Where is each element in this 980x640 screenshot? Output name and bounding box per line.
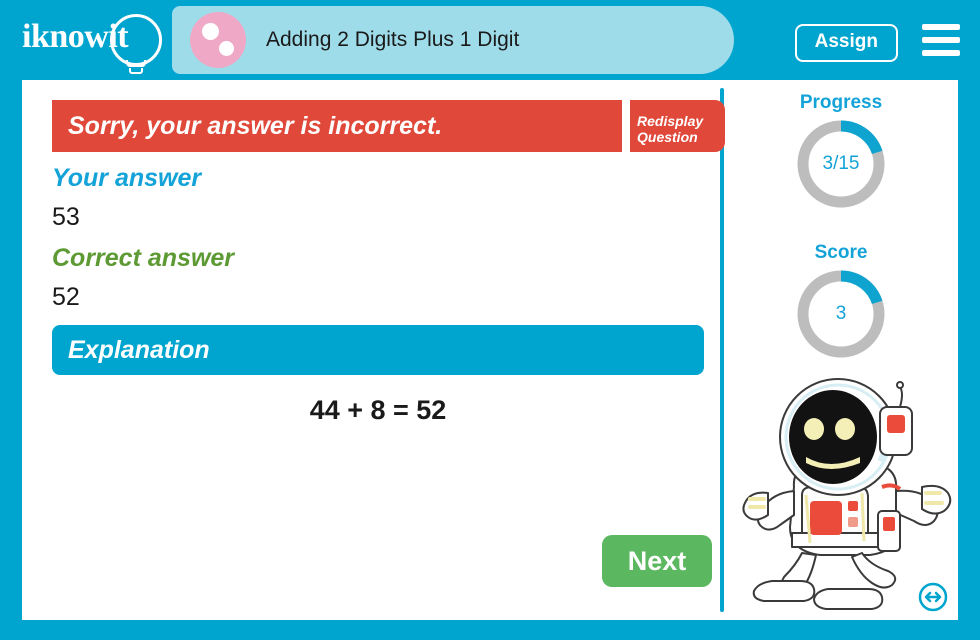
- correct-answer-value: 52: [52, 283, 80, 311]
- progress-donut: 3/15: [797, 120, 885, 208]
- app-header: iknowit Adding 2 Digits Plus 1 Digit Ass…: [0, 0, 980, 80]
- explanation-label: Explanation: [68, 335, 210, 364]
- resize-horizontal-svg: [918, 582, 948, 612]
- app-root: iknowit Adding 2 Digits Plus 1 Digit Ass…: [0, 0, 980, 640]
- hamburger-bar-1: [922, 24, 960, 30]
- content-canvas: Sorry, your answer is incorrect. Redispl…: [22, 80, 958, 620]
- lightbulb-icon: [110, 14, 162, 66]
- progress-title: Progress: [799, 92, 883, 113]
- lesson-title-tab: Adding 2 Digits Plus 1 Digit: [172, 6, 734, 74]
- result-row: Sorry, your answer is incorrect. Redispl…: [52, 100, 725, 152]
- redisplay-question-button[interactable]: Redisplay Question: [630, 100, 725, 152]
- result-message: Sorry, your answer is incorrect.: [68, 111, 443, 140]
- score-title: Score: [814, 242, 868, 263]
- astronaut-mascot-svg: [742, 378, 952, 610]
- lightbulb-base-icon: [126, 60, 146, 67]
- next-button[interactable]: Next: [602, 535, 712, 587]
- score-meter: Score 3: [724, 242, 958, 358]
- astronaut-mascot-icon: [732, 375, 958, 615]
- lightbulb-base-lower-icon: [129, 68, 143, 74]
- assign-button[interactable]: Assign: [794, 24, 898, 62]
- status-sidebar: Progress 3/15 Score 3: [724, 80, 958, 620]
- correct-answer-label: Correct answer: [52, 244, 235, 272]
- score-value: 3: [835, 303, 847, 324]
- page-title: Adding 2 Digits Plus 1 Digit: [266, 28, 520, 51]
- iknowit-logo[interactable]: iknowit: [18, 8, 168, 74]
- your-answer-value: 53: [52, 203, 80, 231]
- redisplay-line-2: Question: [637, 129, 698, 145]
- explanation-header: Explanation: [52, 325, 704, 375]
- pink-dots-icon: [190, 12, 246, 68]
- explanation-body: 44 + 8 = 52: [309, 395, 447, 425]
- redisplay-line-1: Redisplay: [637, 113, 704, 130]
- your-answer-label: Your answer: [52, 164, 202, 192]
- hamburger-menu-icon[interactable]: [922, 24, 960, 56]
- resize-horizontal-icon[interactable]: [918, 582, 948, 612]
- pink-dots-icon-dot-small: [219, 41, 234, 56]
- progress-value: 3/15: [822, 153, 860, 174]
- hamburger-bar-2: [922, 37, 960, 43]
- question-panel: Sorry, your answer is incorrect. Redispl…: [22, 80, 725, 620]
- score-donut: 3: [797, 270, 885, 358]
- pink-dots-icon-dot-large: [202, 23, 219, 40]
- incorrect-banner: Sorry, your answer is incorrect.: [52, 100, 622, 152]
- hamburger-bar-3: [922, 50, 960, 56]
- progress-meter: Progress 3/15: [724, 92, 958, 208]
